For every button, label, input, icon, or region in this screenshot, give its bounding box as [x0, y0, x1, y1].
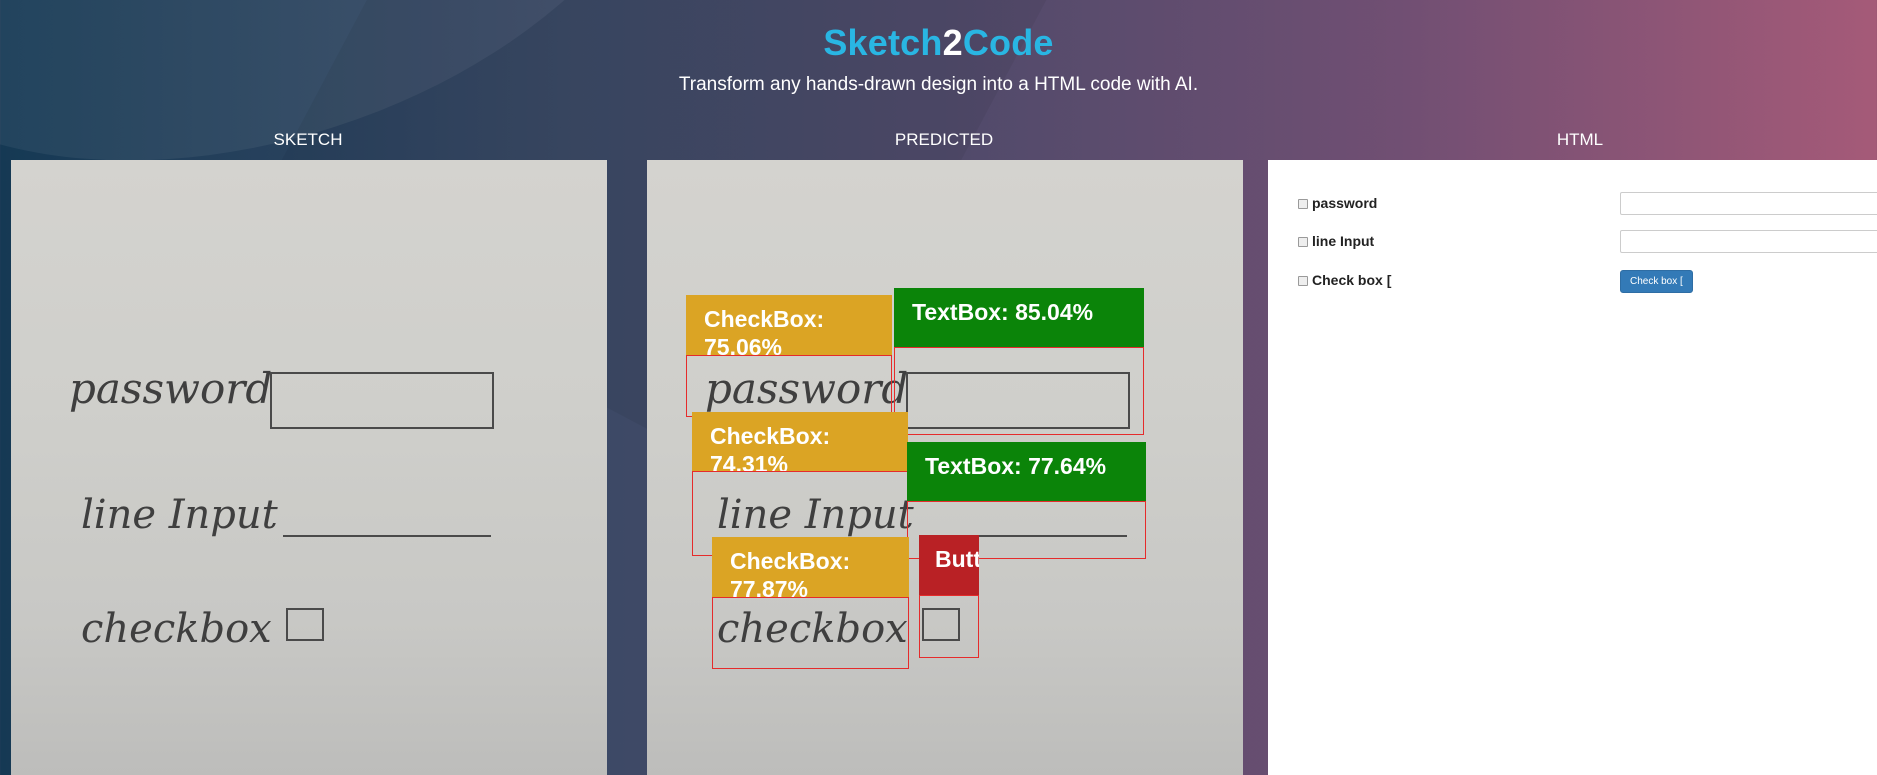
detection-label: CheckBox: 74.31% — [692, 412, 908, 471]
detection-box — [712, 597, 909, 669]
detection-label: Button: — [919, 535, 979, 595]
detection-box — [894, 347, 1144, 435]
sketch-checkbox-text: checkbox — [81, 606, 272, 652]
predicted-image: password line Input checkbox CheckBox: 7… — [647, 160, 1243, 775]
detection-label: CheckBox: 75.06% — [686, 295, 892, 355]
check-box-button[interactable]: Check box [ — [1620, 270, 1693, 293]
detection-label: TextBox: 85.04% — [894, 288, 1144, 347]
detection-label: CheckBox: 77.87% — [712, 537, 909, 597]
sketch-drawing: password line Input checkbox — [69, 364, 494, 652]
tagline: Transform any hands-drawn design into a … — [678, 74, 1199, 95]
html-output-panel: password line Input Check box [ Check bo… — [1268, 160, 1877, 775]
form-label: line Input — [1312, 233, 1375, 249]
form-row-password: password — [1298, 192, 1877, 218]
form-label: Check box [ — [1312, 272, 1392, 288]
form-label: password — [1312, 195, 1378, 211]
sketch-textbox — [270, 372, 494, 429]
detection-label: TextBox: 77.64% — [907, 442, 1146, 501]
checkbox[interactable] — [1298, 276, 1308, 286]
checkbox[interactable] — [1298, 199, 1308, 209]
app-title: Sketch2Code — [0, 22, 1877, 64]
sketch-password-text: password — [69, 364, 272, 413]
column-title-predicted: PREDICTED — [894, 130, 994, 149]
form-row-checkbox: Check box [ Check box [ — [1298, 269, 1877, 295]
detection-box — [919, 595, 979, 658]
form-row-line-input: line Input — [1298, 230, 1877, 256]
detection-box — [686, 355, 892, 417]
column-title-html: HTML — [1556, 130, 1604, 149]
sketch-checkbox — [286, 608, 324, 641]
text-input[interactable] — [1620, 230, 1877, 253]
checkbox[interactable] — [1298, 237, 1308, 247]
sketch-line-input-text: line Input — [81, 492, 279, 538]
text-input[interactable] — [1620, 192, 1877, 215]
app-title-part-2: 2 — [942, 22, 963, 63]
app-title-part-3: Code — [962, 22, 1054, 63]
column-title-sketch: SKETCH — [273, 130, 343, 149]
app-title-part-1: Sketch — [823, 22, 943, 63]
sketch-image: password line Input checkbox — [11, 160, 607, 775]
